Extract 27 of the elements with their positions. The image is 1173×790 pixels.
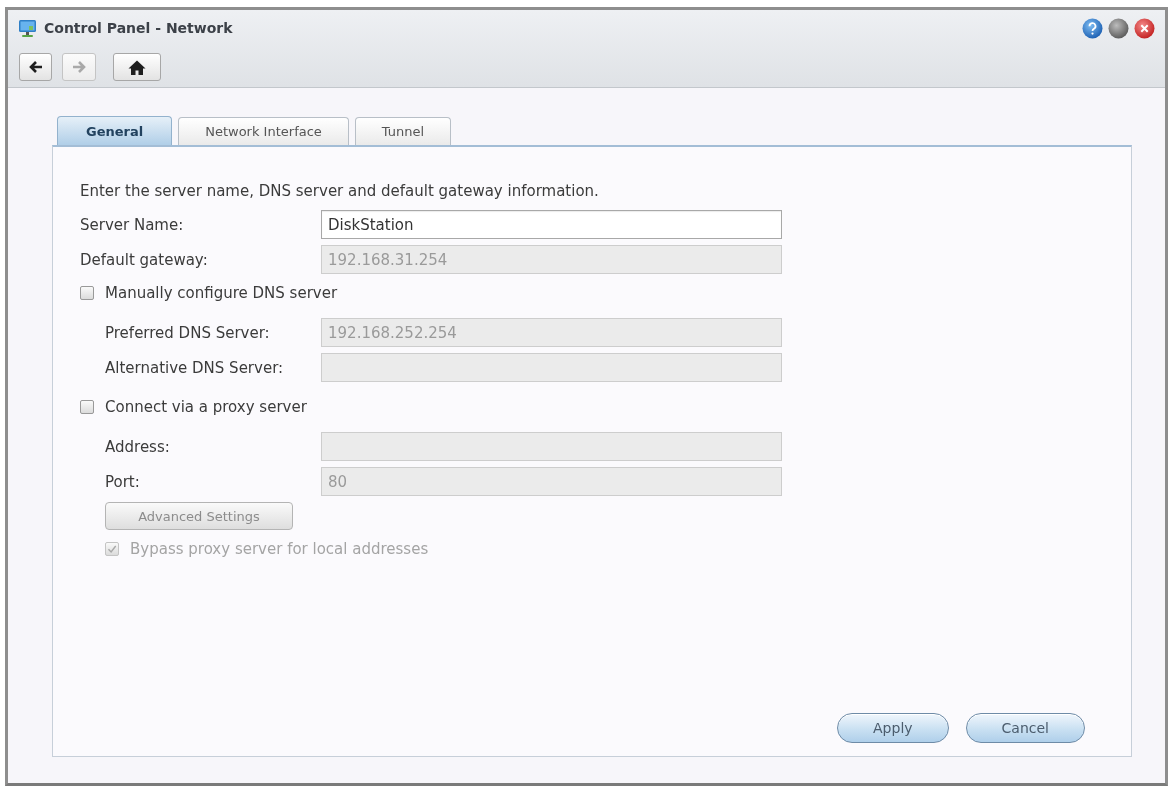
cancel-button[interactable]: Cancel [965, 713, 1085, 743]
left-arrow-icon [27, 59, 44, 75]
field-label: Preferred DNS Server: [105, 323, 271, 342]
tab[interactable]: Network Interface [178, 117, 349, 145]
apply-button[interactable]: Apply [837, 713, 949, 743]
description-text: Enter the server name, DNS server and default gateway information. [80, 181, 600, 201]
field-label: Address: [105, 437, 171, 456]
close-icon[interactable] [1134, 17, 1155, 39]
checkbox[interactable] [80, 400, 94, 414]
checkbox[interactable] [80, 286, 94, 300]
monitor-icon [18, 19, 37, 37]
tab[interactable]: Tunnel [354, 117, 452, 145]
field-label: Server Name: [80, 215, 185, 234]
field-label: Alternative DNS Server: [105, 358, 285, 377]
field-label: Default gateway: [80, 250, 209, 269]
text-field[interactable]: DiskStation [321, 210, 782, 239]
help-icon[interactable] [1082, 17, 1103, 39]
field-label: Port: [105, 472, 141, 491]
back-button[interactable] [19, 53, 52, 81]
right-arrow-icon [71, 59, 87, 75]
home-button[interactable] [113, 53, 161, 81]
checkbox-label[interactable]: Connect via a proxy server [105, 398, 307, 416]
circle-icon[interactable] [1108, 17, 1129, 39]
window-title: Control Panel - Network [44, 20, 233, 36]
home-icon [128, 59, 146, 75]
checkbox-label[interactable]: Manually configure DNS server [105, 284, 338, 302]
tab[interactable]: General [57, 116, 173, 146]
